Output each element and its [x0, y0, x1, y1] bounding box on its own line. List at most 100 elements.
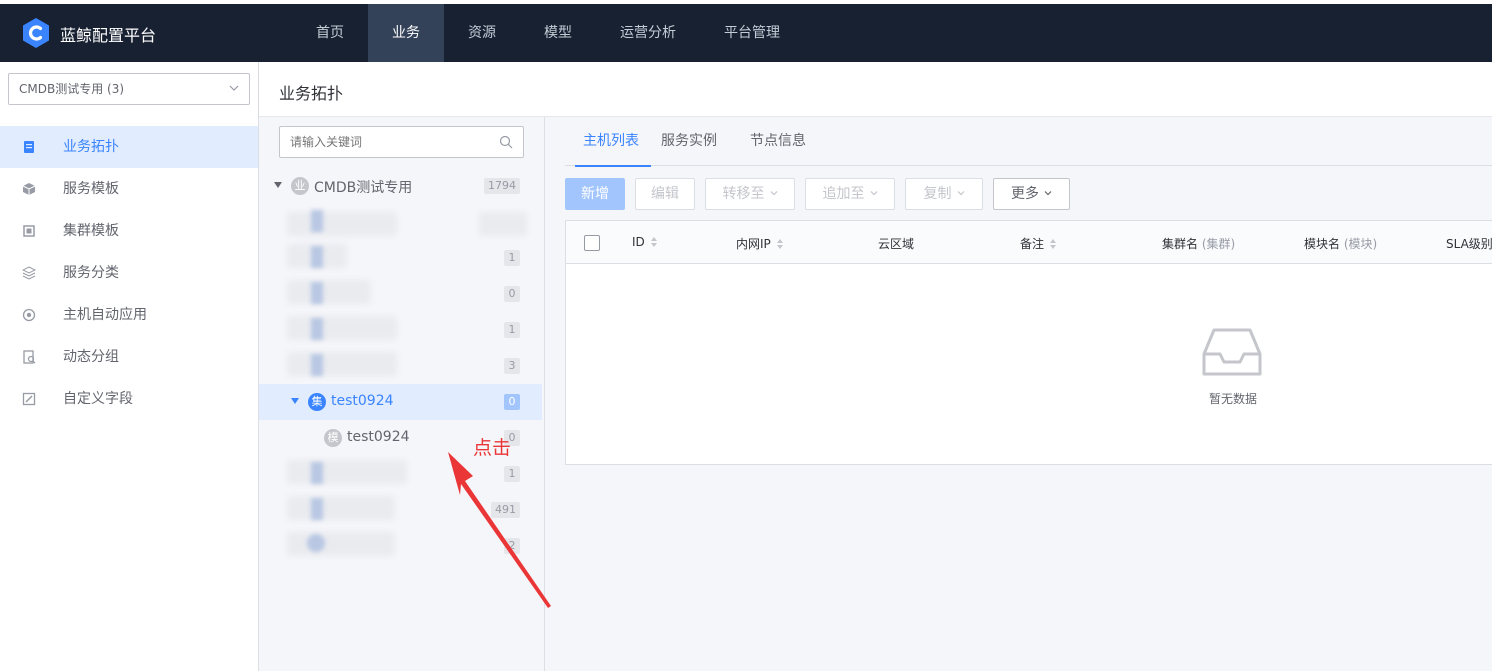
select-all-checkbox[interactable] — [584, 235, 600, 251]
search-icon[interactable] — [499, 135, 513, 149]
transfer-button[interactable]: 转移至 — [705, 178, 795, 210]
sidebar-item-topology[interactable]: 业务拓扑 — [0, 126, 258, 168]
column-set-name: 集群名 (集群) — [1162, 235, 1235, 252]
tree-node-count: 0 — [504, 286, 520, 302]
sidebar-item-cluster-template[interactable]: 集群模板 — [0, 210, 258, 252]
sidebar-item-label: 主机自动应用 — [63, 307, 147, 323]
redacted-mark — [311, 318, 323, 340]
redacted-node — [287, 352, 397, 376]
tree-node-redacted[interactable]: 1 — [259, 240, 542, 276]
redacted-node — [287, 496, 395, 520]
tree-node-redacted[interactable]: 1 — [259, 312, 542, 348]
empty-state-text: 暂无数据 — [1209, 392, 1258, 406]
column-sublabel: (模块) — [1343, 237, 1378, 251]
nav-model[interactable]: 模型 — [520, 4, 596, 62]
nav-resource[interactable]: 资源 — [444, 4, 520, 62]
sidebar-item-service-template[interactable]: 服务模板 — [0, 168, 258, 210]
tree-node-business-root[interactable]: 业 CMDB测试专用 1794 — [259, 168, 542, 204]
sort-icon[interactable] — [1049, 238, 1057, 250]
chevron-down-icon — [957, 191, 964, 196]
nav-home[interactable]: 首页 — [292, 4, 368, 62]
business-select[interactable]: CMDB测试专用 (3) — [8, 73, 250, 105]
sidebar-item-dynamic-group[interactable]: 动态分组 — [0, 336, 258, 378]
more-button[interactable]: 更多 — [993, 178, 1070, 210]
sidebar: CMDB测试专用 (3) 业务拓扑 服务模板 集群模板 服务分类 主机自动应用 … — [0, 62, 259, 671]
bk-cmdb-logo-icon[interactable] — [22, 18, 50, 48]
sidebar-item-label: 集群模板 — [63, 223, 119, 239]
edit-field-icon — [22, 392, 36, 406]
auto-apply-icon — [22, 308, 36, 322]
chevron-down-icon — [870, 191, 877, 196]
annotation-arrow-icon — [448, 452, 551, 608]
redacted-node — [287, 532, 395, 556]
redacted-mark — [311, 282, 323, 304]
column-inner-ip[interactable]: 内网IP — [736, 235, 784, 252]
brand-title[interactable]: 蓝鲸配置平台 — [60, 22, 156, 46]
sidebar-item-custom-field[interactable]: 自定义字段 — [0, 378, 258, 420]
sidebar-item-label: 服务分类 — [63, 265, 119, 281]
column-label: 模块名 — [1304, 237, 1341, 251]
more-label: 更多 — [1011, 186, 1039, 202]
redacted-node — [287, 460, 407, 484]
dynamic-group-icon — [23, 350, 36, 364]
column-id[interactable]: ID — [632, 235, 658, 249]
empty-inbox-icon — [1202, 328, 1262, 376]
tree-node-count: 0 — [504, 394, 520, 410]
tab-service-instance[interactable]: 服务实例 — [661, 117, 732, 166]
caret-down-icon[interactable] — [274, 182, 282, 188]
sort-icon[interactable] — [776, 238, 784, 250]
tab-node-info[interactable]: 节点信息 — [750, 117, 821, 166]
redacted-mark — [307, 534, 325, 552]
cluster-icon — [23, 225, 35, 237]
sidebar-item-label: 动态分组 — [63, 349, 119, 365]
caret-down-icon[interactable] — [291, 398, 299, 404]
chevron-down-icon — [770, 191, 777, 196]
redacted-mark — [311, 210, 323, 232]
nav-business[interactable]: 业务 — [368, 4, 444, 62]
sidebar-item-label: 自定义字段 — [63, 391, 133, 407]
nav-platform-admin[interactable]: 平台管理 — [700, 4, 804, 62]
main-nav: 首页 业务 资源 模型 运营分析 平台管理 — [292, 4, 804, 62]
tree-search-input[interactable] — [279, 126, 524, 158]
tree-node-redacted[interactable]: 3 — [259, 348, 542, 384]
sidebar-menu: 业务拓扑 服务模板 集群模板 服务分类 主机自动应用 动态分组 自定义字段 — [0, 126, 258, 420]
sort-icon[interactable] — [650, 236, 658, 248]
column-sla: SLA级别 — [1446, 237, 1492, 251]
tree-node-name: test0924 — [347, 429, 410, 445]
redacted-mark — [311, 498, 323, 520]
transfer-label: 转移至 — [722, 186, 765, 202]
add-host-button[interactable]: 新增 — [565, 178, 625, 210]
redacted-node — [287, 212, 397, 236]
edit-button[interactable]: 编辑 — [635, 178, 695, 210]
copy-button[interactable]: 复制 — [905, 178, 983, 210]
tree-node-count: 1794 — [484, 178, 520, 194]
cluster-badge: 集 — [308, 393, 326, 411]
tree-node-count: 3 — [504, 358, 520, 374]
tree-node-name: test0924 — [331, 393, 394, 409]
redacted-mark — [311, 246, 323, 268]
tree-node-redacted[interactable]: 0 — [259, 276, 542, 312]
redacted-count — [479, 212, 527, 236]
copy-label: 复制 — [923, 186, 952, 202]
nav-analysis[interactable]: 运营分析 — [596, 4, 700, 62]
page-title: 业务拓扑 — [279, 84, 344, 103]
sidebar-item-host-auto-apply[interactable]: 主机自动应用 — [0, 294, 258, 336]
top-navigation-bar: 蓝鲸配置平台 首页 业务 资源 模型 运营分析 平台管理 — [0, 4, 1492, 62]
chevron-down-icon — [1044, 191, 1052, 196]
chevron-down-icon — [229, 85, 239, 91]
host-content-area: 主机列表 服务实例 节点信息 新增 编辑 转移至 追加至 复制 更多 ID 内网… — [545, 117, 1492, 671]
append-button[interactable]: 追加至 — [805, 178, 895, 210]
table-header: ID 内网IP 云区域 备注 集群名 (集群) 模块名 (模块) SLA级别 — [566, 221, 1492, 264]
column-label: ID — [632, 235, 645, 249]
tree-node-cluster-test0924[interactable]: 集 test0924 0 — [259, 384, 542, 420]
column-label: 集群名 — [1162, 237, 1199, 251]
tab-host-list[interactable]: 主机列表 — [565, 117, 651, 167]
redacted-node — [287, 316, 397, 340]
column-label: 内网IP — [736, 237, 771, 251]
column-remark[interactable]: 备注 — [1020, 235, 1057, 252]
column-cloud-area: 云区域 — [878, 237, 915, 251]
redacted-mark — [311, 462, 323, 484]
column-label: 备注 — [1020, 237, 1045, 251]
sidebar-item-service-category[interactable]: 服务分类 — [0, 252, 258, 294]
tree-node-count: 1 — [504, 322, 520, 338]
